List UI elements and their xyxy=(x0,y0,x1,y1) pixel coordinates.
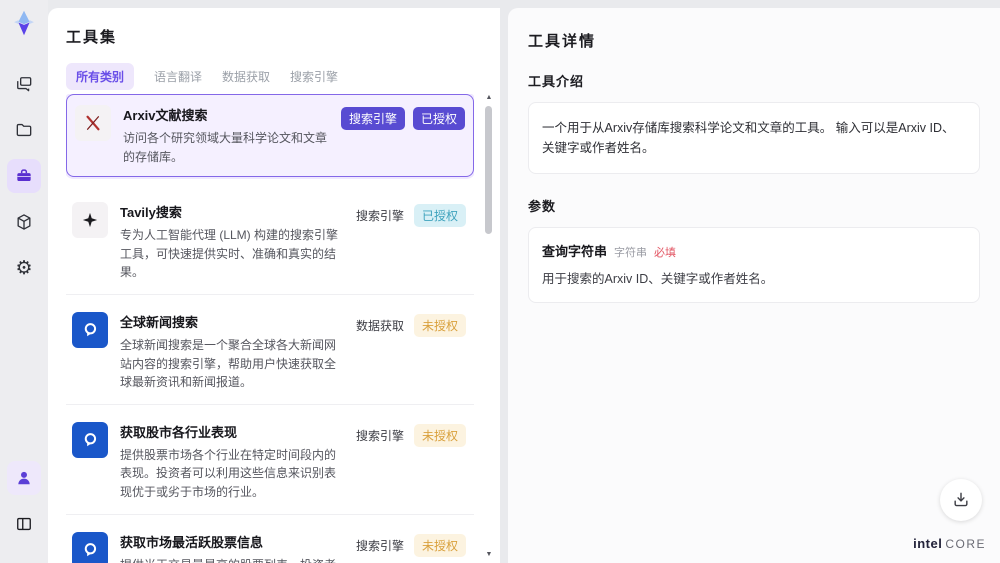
arxiv-chi-icon xyxy=(75,105,111,141)
param-desc: 用于搜索的Arxiv ID、关键字或作者姓名。 xyxy=(542,272,774,286)
briefcase-icon xyxy=(14,166,34,186)
auth-status-badge: 未授权 xyxy=(413,313,466,337)
list-scrollbar[interactable]: ▲ ▼ xyxy=(484,94,494,559)
params-section-title: 参数 xyxy=(528,199,557,214)
detail-title: 工具详情 xyxy=(528,33,597,50)
category-label: 搜索引擎 xyxy=(355,538,404,553)
tool-card-arxiv[interactable]: Arxiv文献搜索 访问各个研究领域大量科学论文和文章的存储库。 搜索引擎 已授… xyxy=(66,94,474,178)
tool-name: 获取股市各行业表现 xyxy=(120,424,238,440)
download-button[interactable] xyxy=(940,479,982,521)
category-label: 搜索引擎 xyxy=(355,428,404,443)
tool-desc: 专为人工智能代理 (LLM) 构建的搜索引擎工具，可快速提供实时、准确和真实的结… xyxy=(120,228,339,280)
scroll-up-icon[interactable]: ▲ xyxy=(484,94,494,102)
category-label: 数据获取 xyxy=(355,318,404,333)
blue-bubble-icon xyxy=(72,531,108,563)
side-panel-icon xyxy=(14,514,34,534)
tab-data-fetch[interactable]: 数据获取 xyxy=(222,68,270,85)
tool-name: Arxiv文献搜索 xyxy=(123,108,208,123)
tool-name: Tavily搜索 xyxy=(120,205,182,221)
download-icon xyxy=(951,490,971,510)
page-title: 工具集 xyxy=(66,29,118,46)
app-logo-icon xyxy=(10,9,38,37)
intel-core-logo: intel CORE xyxy=(913,536,986,551)
nav-packages[interactable] xyxy=(7,205,41,239)
tool-card-sector-performance[interactable]: 获取股市各行业表现 提供股票市场各个行业在特定时间段内的表现。投资者可以利用这些… xyxy=(66,409,474,515)
tab-all-categories[interactable]: 所有类别 xyxy=(66,63,135,90)
folder-icon xyxy=(14,120,34,140)
tool-name: 全球新闻搜索 xyxy=(120,314,199,330)
nav-account[interactable] xyxy=(7,461,41,495)
nav-tools[interactable] xyxy=(7,159,41,193)
tab-language-translation[interactable]: 语言翻译 xyxy=(154,68,202,85)
tool-intro-box: 一个用于从Arxiv存储库搜索科学论文和文章的工具。 输入可以是Arxiv ID… xyxy=(528,102,980,174)
tool-list-panel: 工具集 所有类别 语言翻译 数据获取 搜索引擎 Arxiv文献搜索 访问各个研究… xyxy=(48,8,500,563)
nav-chat[interactable] xyxy=(7,67,41,101)
tool-card-most-active-stocks[interactable]: 获取市场最活跃股票信息 提供当天交易量最高的股票列表，投资者可以利用这些信息来识… xyxy=(66,519,474,563)
intel-logo-text: intel xyxy=(913,536,943,551)
scroll-down-icon[interactable]: ▼ xyxy=(484,551,494,559)
blue-bubble-icon xyxy=(72,421,108,458)
tool-desc: 全球新闻搜索是一个聚合全球各大新闻网站内容的搜索引擎，帮助用户快速获取全球最新资… xyxy=(120,337,337,390)
tab-search-engine[interactable]: 搜索引擎 xyxy=(290,68,338,85)
gear-icon: ⚙ xyxy=(15,257,33,279)
nav-settings[interactable]: ⚙ xyxy=(7,251,41,285)
chat-icon xyxy=(14,74,34,94)
tool-desc: 访问各个研究领域大量科学论文和文章的存储库。 xyxy=(123,131,328,164)
tool-detail-panel: 工具详情 工具介绍 一个用于从Arxiv存储库搜索科学论文和文章的工具。 输入可… xyxy=(508,8,1000,563)
auth-status-badge: 未授权 xyxy=(413,533,466,557)
blue-bubble-icon xyxy=(72,311,108,348)
category-tabs: 所有类别 语言翻译 数据获取 搜索引擎 xyxy=(66,63,476,90)
tool-card-global-news[interactable]: 全球新闻搜索 全球新闻搜索是一个聚合全球各大新闻网站内容的搜索引擎，帮助用户快速… xyxy=(66,299,474,405)
nav-files[interactable] xyxy=(7,113,41,147)
user-icon xyxy=(14,468,34,488)
param-item: 查询字符串 字符串 必填 用于搜索的Arxiv ID、关键字或作者姓名。 xyxy=(528,227,980,303)
app-rail: ⚙ xyxy=(0,0,48,563)
cube-icon xyxy=(14,212,34,232)
tool-card-tavily[interactable]: Tavily搜索 专为人工智能代理 (LLM) 构建的搜索引擎工具，可快速提供实… xyxy=(66,190,474,295)
tool-desc: 提供股票市场各个行业在特定时间段内的表现。投资者可以利用这些信息来识别表现优于或… xyxy=(120,447,337,499)
tool-list: Arxiv文献搜索 访问各个研究领域大量科学论文和文章的存储库。 搜索引擎 已授… xyxy=(66,94,474,563)
category-badge: 搜索引擎 xyxy=(340,107,405,130)
auth-status-badge: 已授权 xyxy=(413,204,466,228)
param-type: 字符串 xyxy=(614,247,648,259)
tool-name: 获取市场最活跃股票信息 xyxy=(120,534,264,550)
auth-status-badge: 未授权 xyxy=(413,423,466,447)
intro-section-title: 工具介绍 xyxy=(528,74,585,89)
core-logo-text: CORE xyxy=(945,537,986,551)
sparkle-star-icon xyxy=(72,202,108,239)
param-name: 查询字符串 xyxy=(542,244,608,259)
auth-status-badge: 已授权 xyxy=(412,107,465,130)
category-label: 搜索引擎 xyxy=(355,209,404,224)
tool-desc: 提供当天交易量最高的股票列表，投资者可以利用这些信息来识别流动性强的股票和潜在的… xyxy=(120,556,344,563)
scrollbar-thumb[interactable] xyxy=(485,106,492,234)
nav-toggle-panel[interactable] xyxy=(7,507,41,541)
param-required-flag: 必填 xyxy=(654,247,677,259)
